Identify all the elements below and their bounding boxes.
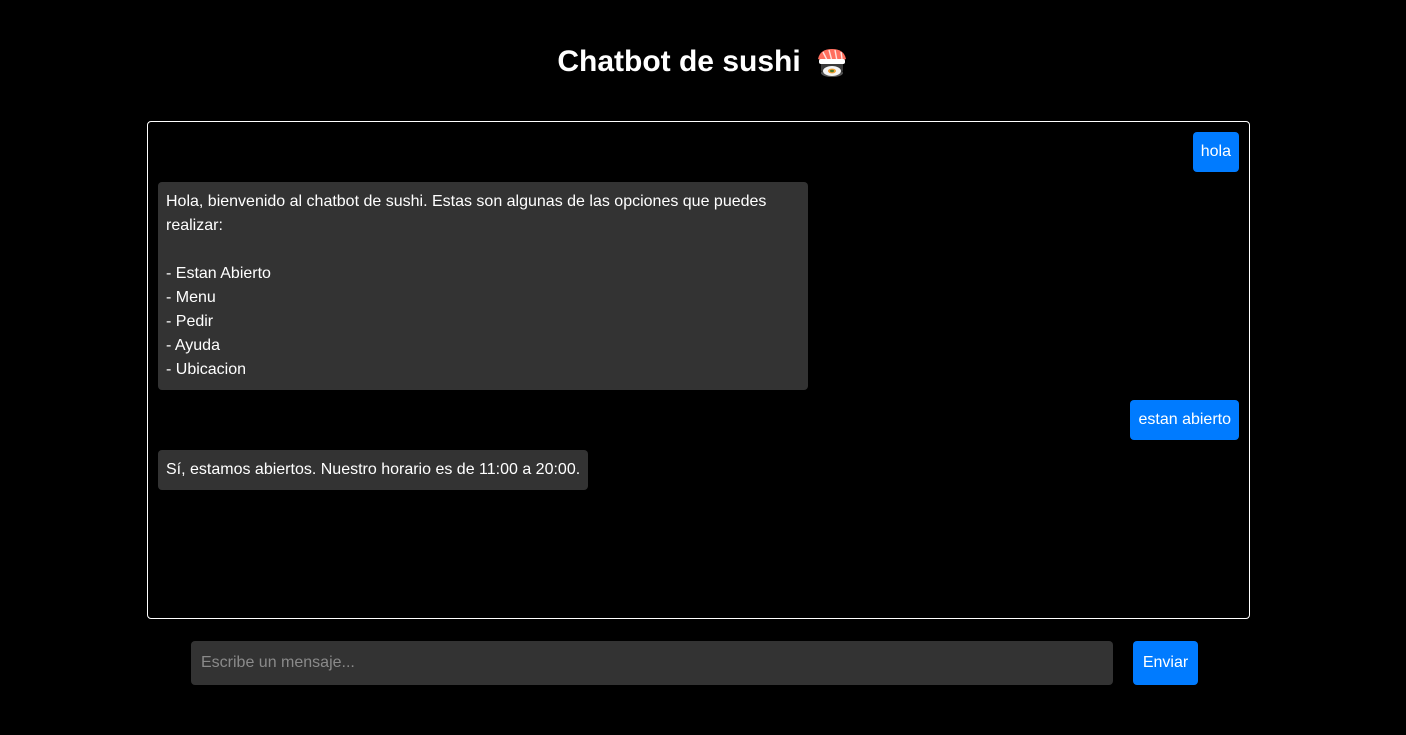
- composer: Enviar: [191, 641, 1198, 685]
- chat-page: Chatbot de sushi hola Hola, bienvenido a…: [0, 0, 1406, 735]
- user-message: hola: [1192, 132, 1239, 172]
- bot-message: Sí, estamos abiertos. Nuestro horario es…: [158, 450, 589, 490]
- bot-message: Hola, bienvenido al chatbot de sushi. Es…: [158, 182, 808, 390]
- message-row: Sí, estamos abiertos. Nuestro horario es…: [158, 450, 1239, 490]
- message-row: Hola, bienvenido al chatbot de sushi. Es…: [158, 182, 1239, 390]
- header: Chatbot de sushi: [0, 42, 1406, 82]
- sushi-icon: [815, 45, 849, 79]
- user-message: estan abierto: [1130, 400, 1239, 440]
- message-input[interactable]: [191, 641, 1113, 685]
- send-button[interactable]: Enviar: [1133, 641, 1198, 685]
- message-row: hola: [158, 132, 1239, 172]
- chat-window[interactable]: hola Hola, bienvenido al chatbot de sush…: [147, 121, 1250, 619]
- message-row: estan abierto: [158, 400, 1239, 440]
- page-title: Chatbot de sushi: [557, 45, 801, 78]
